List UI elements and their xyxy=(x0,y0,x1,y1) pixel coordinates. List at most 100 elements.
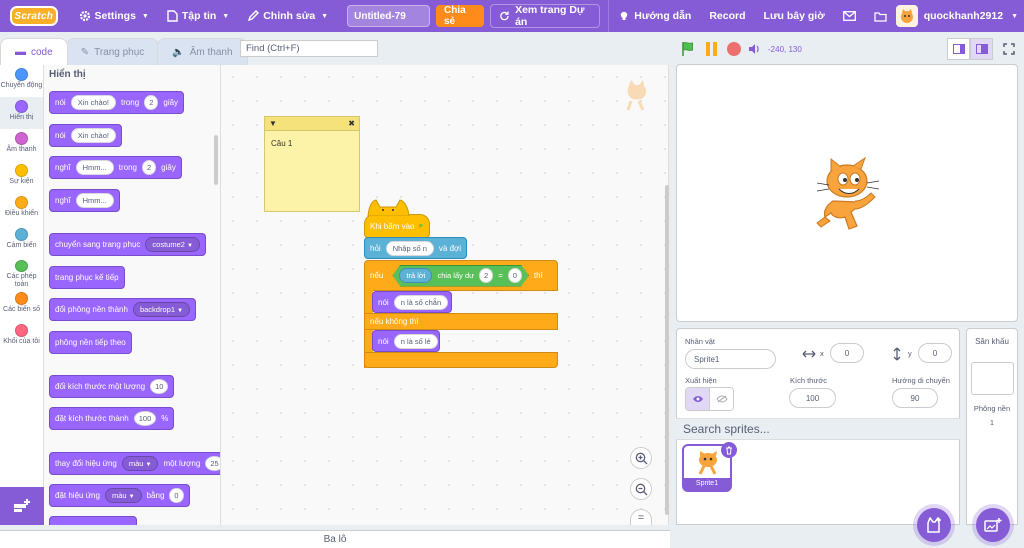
block-input[interactable]: 25 xyxy=(205,456,220,471)
note-text[interactable]: Câu 1 xyxy=(265,131,359,156)
block-input[interactable]: 0 xyxy=(169,488,184,503)
add-backdrop-button[interactable] xyxy=(976,508,1010,542)
code-scrollbar[interactable] xyxy=(665,185,669,515)
large-stage-button[interactable] xyxy=(970,38,993,60)
think-block[interactable]: nghĩ Hmm... xyxy=(49,189,120,212)
tutorials-button[interactable]: Hướng dẫn xyxy=(609,0,700,32)
size-input[interactable]: 100 xyxy=(789,388,836,408)
fullscreen-button[interactable] xyxy=(997,38,1020,60)
tab-costumes[interactable]: ✎ Trang phục xyxy=(65,38,160,65)
zoom-in-button[interactable] xyxy=(630,447,652,469)
block-input[interactable]: n là số chẵn xyxy=(393,294,449,310)
block-input[interactable]: Xin chào! xyxy=(70,128,116,143)
x-input[interactable]: 0 xyxy=(830,343,864,363)
stage[interactable] xyxy=(676,64,1018,322)
costume-dropdown[interactable]: costume2 ▼ xyxy=(145,237,200,252)
direction-input[interactable]: 90 xyxy=(892,388,938,408)
category-events[interactable]: Sự kiện xyxy=(0,161,43,193)
share-button[interactable]: Chia sẻ xyxy=(436,5,485,27)
y-input[interactable]: 0 xyxy=(918,343,952,363)
category-looks[interactable]: Hiển thị xyxy=(0,97,43,129)
zoom-reset-button[interactable]: = xyxy=(630,509,652,525)
block-input[interactable]: Xin chào! xyxy=(70,95,116,110)
category-motion[interactable]: Chuyển động xyxy=(0,65,43,97)
add-sprite-button[interactable] xyxy=(917,508,951,542)
sprite-thumbnail[interactable]: Sprite1 xyxy=(682,442,737,492)
show-button[interactable] xyxy=(686,388,710,410)
change-effect-block[interactable]: thay đổi hiệu ứng màu ▼ một lượng 25 xyxy=(49,452,220,475)
equals-operator[interactable]: trả lời chia lấy dư 2 = 0 xyxy=(392,265,529,287)
my-stuff-button[interactable] xyxy=(865,0,896,32)
save-now-button[interactable]: Lưu bây giờ xyxy=(755,0,834,32)
find-input[interactable]: Find (Ctrl+F) xyxy=(240,40,378,57)
backpack-bar[interactable]: Ba lô xyxy=(0,530,670,548)
sprite-name-input[interactable]: Sprite1 xyxy=(685,349,776,369)
search-sprites-input[interactable]: Search sprites... xyxy=(676,418,960,440)
think-for-secs-block[interactable]: nghĩ Hmm... trong 2 giây xyxy=(49,156,182,179)
block-input[interactable]: Nhập số n xyxy=(385,240,434,256)
next-backdrop-block[interactable]: phông nền tiếp theo xyxy=(49,331,132,354)
when-flag-clicked-block[interactable]: Khi bấm vào xyxy=(364,214,430,238)
set-effect-block[interactable]: đặt hiệu ứng màu ▼ bằng 0 xyxy=(49,484,190,507)
block-input[interactable]: 2 xyxy=(141,160,157,175)
category-variables[interactable]: Các biến số xyxy=(0,289,43,321)
block-input[interactable]: 10 xyxy=(150,379,169,394)
block-input[interactable]: 2 xyxy=(479,268,493,283)
messages-button[interactable] xyxy=(834,0,865,32)
block-input[interactable]: 2 xyxy=(144,95,159,110)
block-input[interactable]: Hmm... xyxy=(75,193,114,208)
hide-button[interactable] xyxy=(709,388,733,410)
say-even-block[interactable]: nói n là số chẵn xyxy=(372,291,452,313)
block-input[interactable]: 0 xyxy=(508,268,522,283)
palette-scrollbar[interactable] xyxy=(214,135,218,185)
set-size-block[interactable]: đặt kích thước thành 100 % xyxy=(49,407,175,430)
category-sensing[interactable]: Cảm biến xyxy=(0,225,43,257)
say-block[interactable]: nói Xin chào! xyxy=(49,124,122,147)
stage-selector-pane[interactable]: Sân khấu Phông nền 1 xyxy=(966,328,1018,525)
edit-menu[interactable]: Chỉnh sửa ▼ xyxy=(238,0,337,32)
zoom-out-button[interactable] xyxy=(630,478,652,500)
small-stage-button[interactable] xyxy=(947,38,970,60)
tab-sounds[interactable]: 🔈 Âm thanh xyxy=(157,38,248,65)
ask-and-wait-block[interactable]: hỏi Nhập số n và đợi xyxy=(364,237,468,259)
stop-icon[interactable] xyxy=(726,41,742,57)
file-menu[interactable]: Tập tin ▼ xyxy=(158,0,238,32)
delete-sprite-button[interactable] xyxy=(721,442,737,458)
effect-dropdown[interactable]: màu ▼ xyxy=(104,488,142,503)
block-input[interactable]: n là số lẻ xyxy=(393,333,438,349)
scratch-cat-sprite-icon[interactable] xyxy=(811,157,883,233)
say-odd-block[interactable]: nói n là số lẻ xyxy=(372,330,440,352)
backdrop-thumbnail[interactable] xyxy=(971,362,1014,395)
backdrop-dropdown[interactable]: backdrop1 ▼ xyxy=(132,302,191,317)
effect-dropdown[interactable]: màu ▼ xyxy=(121,456,159,471)
collapse-icon[interactable]: ▼ xyxy=(269,119,277,128)
category-my-blocks[interactable]: Khối của tôi xyxy=(0,321,43,353)
settings-menu[interactable]: Settings ▼ xyxy=(70,0,158,32)
green-flag-icon[interactable] xyxy=(680,41,696,57)
block-input[interactable]: 100 xyxy=(133,411,157,426)
volume-icon[interactable] xyxy=(748,43,762,55)
switch-backdrop-block[interactable]: đổi phông nền thành backdrop1 ▼ xyxy=(49,298,197,321)
user-menu[interactable]: quockhanh2912 ▼ xyxy=(895,5,1024,27)
answer-reporter[interactable]: trả lời xyxy=(399,268,432,283)
close-icon[interactable]: ✖ xyxy=(348,119,355,128)
category-operators[interactable]: Các phép toán xyxy=(0,257,43,289)
next-costume-block[interactable]: trang phục kế tiếp xyxy=(49,266,125,289)
change-size-block[interactable]: đổi kích thước một lượng 10 xyxy=(49,375,175,398)
add-extension-button[interactable] xyxy=(0,487,44,525)
refresh-icon xyxy=(500,11,509,21)
project-title-input[interactable]: Untitled-79 xyxy=(347,5,430,27)
record-button[interactable]: Record xyxy=(700,0,754,32)
tab-code[interactable]: ▬ code xyxy=(0,38,68,65)
category-sound[interactable]: Âm thanh xyxy=(0,129,43,161)
if-else-block[interactable]: nếu trả lời chia lấy dư 2 = 0 thì xyxy=(364,260,558,291)
see-project-button[interactable]: Xem trang Dự án xyxy=(490,4,601,28)
say-for-secs-block[interactable]: nói Xin chào! trong 2 giây xyxy=(49,91,185,114)
scratch-logo[interactable]: Scratch xyxy=(10,6,58,26)
pause-icon[interactable] xyxy=(704,41,720,57)
comment-note[interactable]: ▼ ✖ Câu 1 xyxy=(264,116,360,212)
category-control[interactable]: Điều khiển xyxy=(0,193,43,225)
clear-effects-block[interactable] xyxy=(49,516,137,525)
switch-costume-block[interactable]: chuyển sang trang phục costume2 ▼ xyxy=(49,233,206,256)
block-input[interactable]: Hmm... xyxy=(75,160,114,175)
